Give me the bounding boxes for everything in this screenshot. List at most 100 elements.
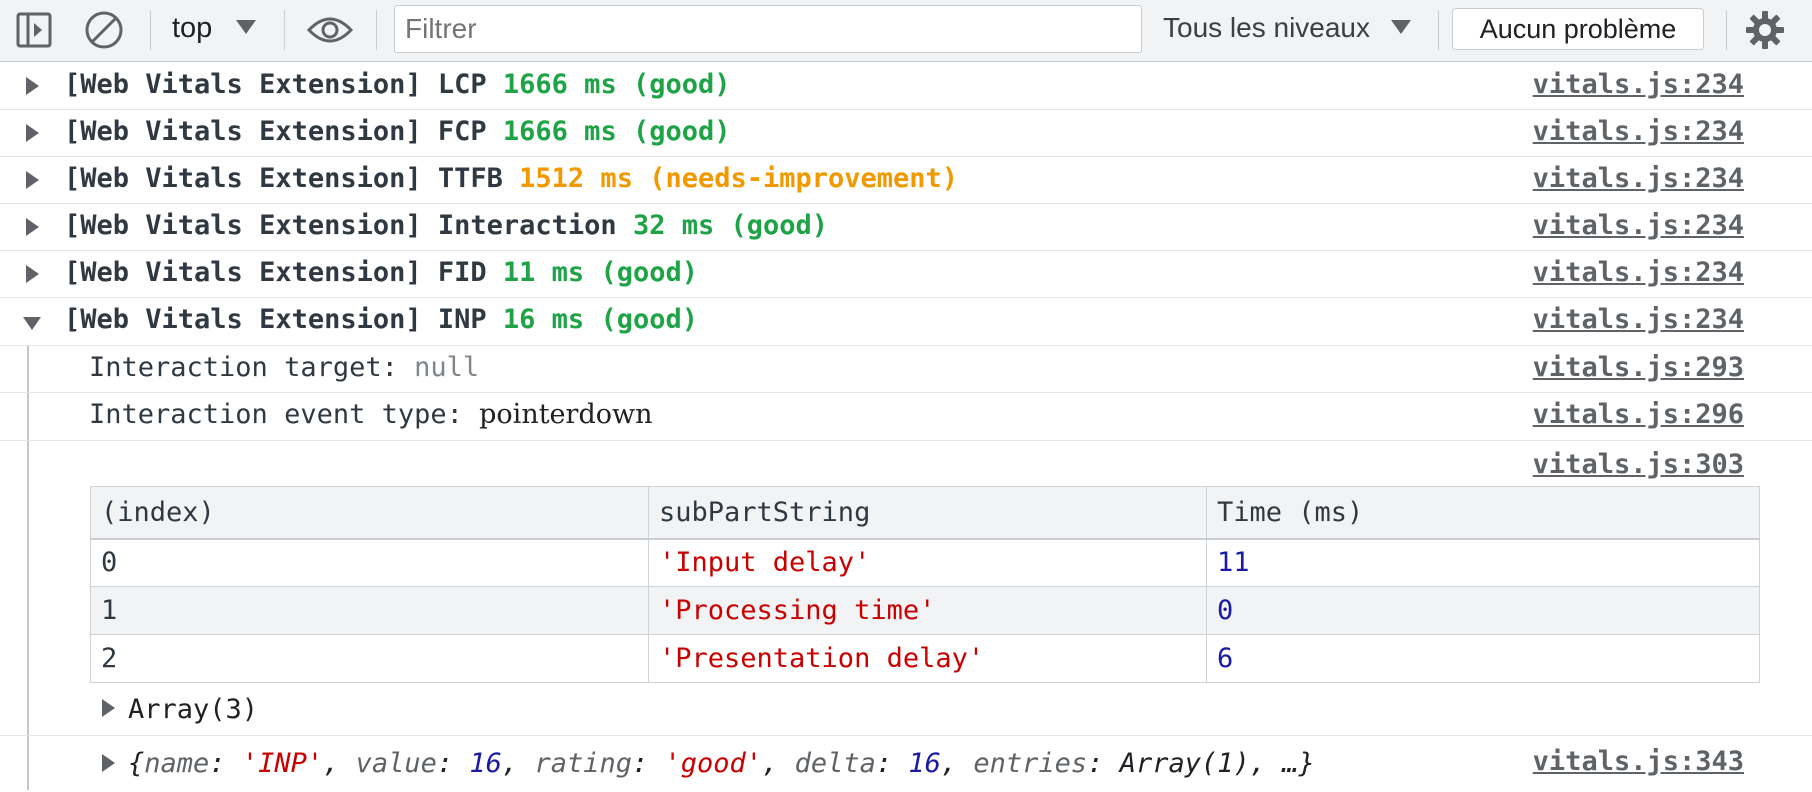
console-message-ttfb[interactable]: [Web Vitals Extension] TTFB 1512 ms (nee… [0,157,1812,204]
sidebar-toggle-icon[interactable] [16,12,52,48]
expand-triangle-icon[interactable] [26,265,39,283]
object-key: name [144,748,210,779]
object-key: delta [794,748,876,779]
console-message-fcp[interactable]: [Web Vitals Extension] FCP 1666 ms (good… [0,110,1812,157]
log-levels-dropdown[interactable]: Tous les niveaux [1163,12,1370,44]
metric-value: 16 ms (good) [502,304,698,335]
comma: , [762,748,795,779]
table-row: 2 'Presentation delay' 6 [90,634,1760,683]
source-link[interactable]: vitals.js:234 [1533,163,1744,194]
expand-triangle-icon[interactable] [102,699,115,717]
object-value: 'INP' [241,748,324,779]
context-selector-label[interactable]: top [172,12,212,45]
source-link[interactable]: vitals.js:296 [1533,399,1744,430]
expand-triangle-icon[interactable] [26,124,39,142]
message-text: Interaction event type: pointerdown [89,399,652,430]
console-message-lcp[interactable]: [Web Vitals Extension] LCP 1666 ms (good… [0,62,1812,110]
metric-value: 32 ms (good) [632,210,829,241]
colon: : [1087,748,1120,779]
object-key: value [355,748,437,779]
ellipsis: …} [1282,748,1315,779]
object-key: entries [973,748,1088,779]
source-link[interactable]: vitals.js:303 [1533,449,1744,480]
toolbar-divider [376,10,377,50]
table-cell-index: 0 [90,538,649,587]
expand-triangle-icon[interactable] [26,171,39,189]
expand-triangle-icon[interactable] [102,754,115,772]
table-header-row: (index) subPartString Time (ms) [90,486,1760,540]
comma: , [1249,748,1283,779]
table-row: 1 'Processing time' 0 [90,586,1760,635]
metric-value: 1666 ms (good) [502,69,731,100]
source-link[interactable]: vitals.js:234 [1533,69,1744,100]
source-link[interactable]: vitals.js:234 [1533,210,1744,241]
array-toggle[interactable]: Array(3) [128,694,258,725]
table-row: 0 'Input delay' 11 [90,538,1760,587]
issues-button[interactable]: Aucun problème [1452,8,1704,50]
message-prefix: [Web Vitals Extension] INP [64,304,503,335]
event-type-label: Interaction event type: [89,399,480,430]
object-value: 16 [908,748,941,779]
table-header-time[interactable]: Time (ms) [1206,486,1760,540]
console-toolbar: top Tous les niveaux Aucun problème [0,0,1812,62]
message-prefix: [Web Vitals Extension] Interaction [64,210,633,241]
collapse-triangle-icon[interactable] [23,317,41,330]
event-type-value: pointerdown [479,399,653,430]
source-link[interactable]: vitals.js:234 [1533,116,1744,147]
table-header-subpart[interactable]: subPartString [648,486,1207,540]
metric-value: 1512 ms (needs-improvement) [519,163,959,194]
console-table: (index) subPartString Time (ms) 0 'Input… [90,486,1760,683]
object-value: 16 [469,748,502,779]
source-link[interactable]: vitals.js:343 [1533,746,1744,777]
message-text: [Web Vitals Extension] FID 11 ms (good) [64,257,698,288]
message-text: Interaction target: null [89,352,479,383]
object-key: rating [534,748,632,779]
console-message-fid[interactable]: [Web Vitals Extension] FID 11 ms (good) … [0,251,1812,298]
message-text: [Web Vitals Extension] INP 16 ms (good) [64,304,698,335]
target-label: Interaction target: [89,352,415,383]
expand-triangle-icon[interactable] [26,77,39,95]
message-text: [Web Vitals Extension] LCP 1666 ms (good… [64,69,730,100]
levels-chevron-down-icon[interactable] [1391,20,1411,34]
colon: : [631,748,665,779]
table-cell-time: 0 [1206,586,1760,635]
expand-triangle-icon[interactable] [26,218,39,236]
object-value: Array(1) [1119,748,1250,779]
metric-value: 1666 ms (good) [502,116,731,147]
settings-gear-icon[interactable] [1744,9,1786,51]
console-message-object[interactable]: {name: 'INP', value: 16, rating: 'good',… [0,736,1812,792]
colon: : [875,748,909,779]
table-cell-subpart: 'Presentation delay' [648,634,1207,683]
source-link[interactable]: vitals.js:293 [1533,352,1744,383]
source-link[interactable]: vitals.js:234 [1533,257,1744,288]
table-cell-index: 2 [90,634,649,683]
message-text: [Web Vitals Extension] TTFB 1512 ms (nee… [64,163,958,194]
console-message-target: Interaction target: null vitals.js:293 [0,346,1812,393]
source-link[interactable]: vitals.js:234 [1533,304,1744,335]
toolbar-divider [150,10,151,50]
filter-input[interactable] [394,5,1142,53]
comma: , [940,748,974,779]
message-prefix: [Web Vitals Extension] FCP [64,116,503,147]
colon: : [209,748,242,779]
toolbar-divider [1726,10,1727,50]
table-cell-index: 1 [90,586,649,635]
table-cell-time: 11 [1206,538,1760,587]
message-text: [Web Vitals Extension] FCP 1666 ms (good… [64,116,730,147]
metric-value: 11 ms (good) [502,257,698,288]
table-cell-subpart: 'Processing time' [648,586,1207,635]
context-chevron-down-icon[interactable] [236,20,256,34]
comma: , [323,748,356,779]
message-text: [Web Vitals Extension] Interaction 32 ms… [64,210,828,241]
colon: : [436,748,470,779]
message-prefix: [Web Vitals Extension] LCP [64,69,503,100]
table-header-index[interactable]: (index) [90,486,649,540]
message-prefix: [Web Vitals Extension] TTFB [64,163,520,194]
live-expression-eye-icon[interactable] [306,12,354,48]
console-group-inp[interactable]: [Web Vitals Extension] INP 16 ms (good) … [0,298,1812,346]
clear-console-icon[interactable] [84,10,124,50]
object-preview: {name: 'INP', value: 16, rating: 'good',… [128,748,1315,779]
console-message-interaction[interactable]: [Web Vitals Extension] Interaction 32 ms… [0,204,1812,251]
target-value: null [414,352,480,383]
table-cell-time: 6 [1206,634,1760,683]
